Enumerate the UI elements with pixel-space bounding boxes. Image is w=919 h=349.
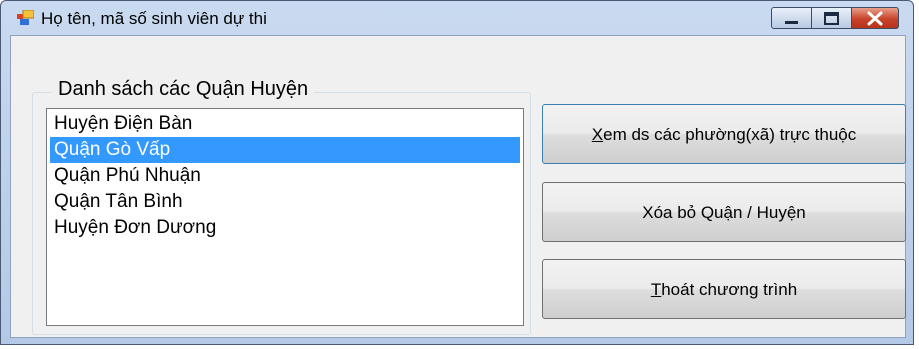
window-title: Họ tên, mã số sinh viên dự thi: [41, 9, 267, 28]
list-item[interactable]: Quận Phú Nhuận: [50, 163, 520, 189]
delete-district-label: Xóa bỏ Quận / Huyện: [642, 203, 806, 222]
maximize-button[interactable]: [812, 7, 852, 29]
title-bar[interactable]: Họ tên, mã số sinh viên dự thi: [1, 1, 913, 35]
app-icon[interactable]: [17, 9, 35, 25]
list-item[interactable]: Huyện Điện Bàn: [50, 111, 520, 137]
view-wards-label: em ds các phường(xã) trực thuộc: [603, 125, 857, 144]
list-item[interactable]: Huyện Đơn Dương: [50, 215, 520, 241]
exit-button[interactable]: Thoát chương trình: [542, 259, 906, 319]
exit-accelerator: T: [650, 280, 662, 299]
minimize-button[interactable]: [771, 7, 812, 29]
view-wards-button[interactable]: Xem ds các phường(xã) trực thuộc: [542, 104, 906, 164]
exit-label: hoát chương trình: [661, 280, 798, 299]
minimize-icon: [785, 21, 798, 24]
district-listbox[interactable]: Huyện Điện Bàn Quận Gò Vấp Quận Phú Nhuậ…: [46, 108, 524, 326]
close-icon: [867, 11, 883, 26]
delete-district-button[interactable]: Xóa bỏ Quận / Huyện: [542, 182, 906, 242]
maximize-icon: [824, 12, 839, 25]
list-item[interactable]: Quận Tân Bình: [50, 189, 520, 215]
close-button[interactable]: [852, 7, 899, 29]
groupbox-title: Danh sách các Quận Huyện: [52, 76, 315, 102]
list-item-selected[interactable]: Quận Gò Vấp: [50, 137, 520, 163]
view-wards-accelerator: X: [591, 125, 604, 144]
